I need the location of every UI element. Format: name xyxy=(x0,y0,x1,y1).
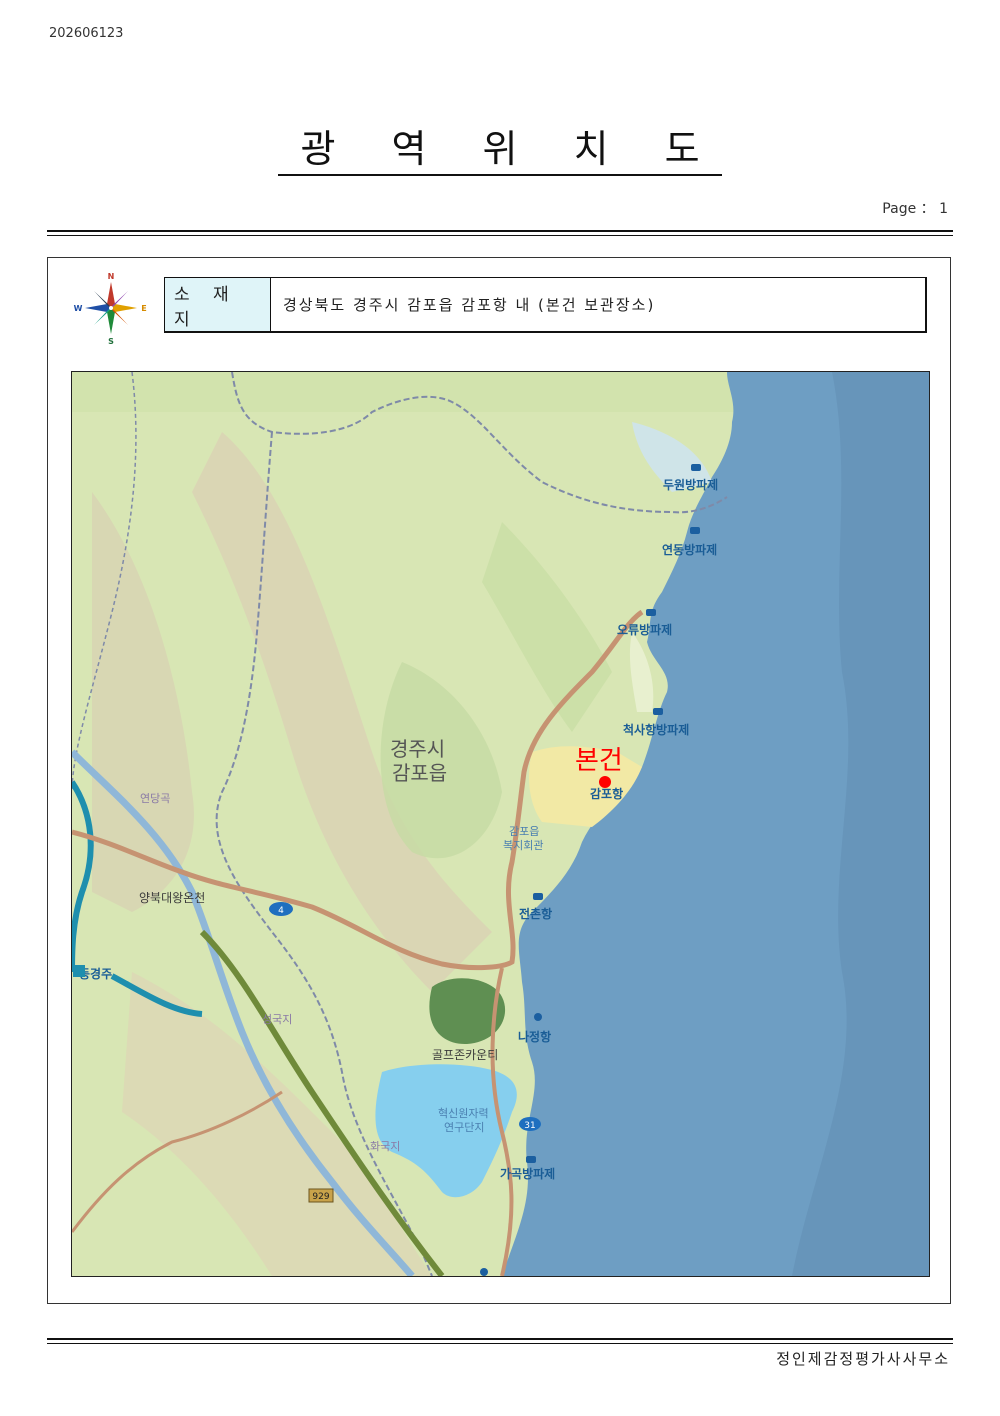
compass-w: W xyxy=(74,304,83,313)
route-929-shield: 929 xyxy=(308,1188,334,1203)
footer-rule-thin xyxy=(47,1343,953,1344)
label-yangbuk-spa: 양북대왕온천 xyxy=(139,890,205,905)
label-cheoksa-breakwater: 척사항방파제 xyxy=(623,722,689,737)
svg-text:929: 929 xyxy=(312,1192,329,1202)
label-seongguk: 성국지 xyxy=(262,1013,292,1026)
interchange-icon xyxy=(73,965,85,977)
route-31-shield: 31 xyxy=(519,1117,541,1131)
compass-n: N xyxy=(108,272,115,281)
label-gampo-port: 감포항 xyxy=(590,786,623,801)
label-golf-course: 골프존카운티 xyxy=(432,1048,498,1062)
label-research-line2: 연구단지 xyxy=(444,1121,484,1134)
location-address: 경상북도 경주시 감포읍 감포항 내 (본건 보관장소) xyxy=(283,296,656,314)
subject-location-marker xyxy=(599,776,611,788)
label-duwon-breakwater: 두원방파제 xyxy=(663,477,718,492)
compass-e: E xyxy=(141,304,146,313)
location-label: 소 재 지 xyxy=(165,278,271,331)
svg-text:4: 4 xyxy=(278,906,284,916)
label-gagok-breakwater: 가곡방파제 xyxy=(500,1166,555,1181)
label-yeondang: 연당곡 xyxy=(140,792,170,805)
label-jeonchon-port: 전촌항 xyxy=(519,906,552,921)
footer-organization: 정인제감정평가사사무소 xyxy=(776,1350,950,1368)
page-number: Page ： 1 xyxy=(882,201,948,217)
compass-rose-icon: N S E W xyxy=(74,272,147,346)
subject-marker-label: 본건 xyxy=(575,746,623,776)
label-welfare-line2: 복지회관 xyxy=(503,839,543,852)
footer-rule xyxy=(47,1338,953,1340)
map-canvas: 두원방파제 연동방파제 오류방파제 척사항방파제 감포항 전촌항 나정항 가곡방… xyxy=(72,372,929,1276)
label-oryu-breakwater: 오류방파제 xyxy=(617,622,672,637)
route-4-shield: 4 xyxy=(269,902,293,916)
region-label-town: 감포읍 xyxy=(392,761,447,785)
region-label-city: 경주시 xyxy=(390,737,445,761)
location-map[interactable]: 두원방파제 연동방파제 오류방파제 척사항방파제 감포항 전촌항 나정항 가곡방… xyxy=(71,371,930,1277)
page-title: 광 역 위 치 도 xyxy=(0,126,1000,176)
header-rule-thin xyxy=(47,235,953,236)
label-najeong-port: 나정항 xyxy=(518,1029,551,1044)
location-table: 소 재 지 경상북도 경주시 감포읍 감포항 내 (본건 보관장소) xyxy=(164,277,927,333)
label-welfare-line1: 감포읍 xyxy=(509,825,539,838)
label-research-line1: 혁신원자력 xyxy=(438,1107,489,1120)
compass-s: S xyxy=(108,337,114,346)
label-hwaguk: 화국지 xyxy=(370,1140,400,1153)
svg-text:31: 31 xyxy=(524,1121,535,1131)
document-number: 202606123 xyxy=(49,26,124,41)
header-rule xyxy=(47,230,953,232)
label-yeondong-breakwater: 연동방파제 xyxy=(662,542,717,557)
page-title-text: 광 역 위 치 도 xyxy=(278,126,722,176)
